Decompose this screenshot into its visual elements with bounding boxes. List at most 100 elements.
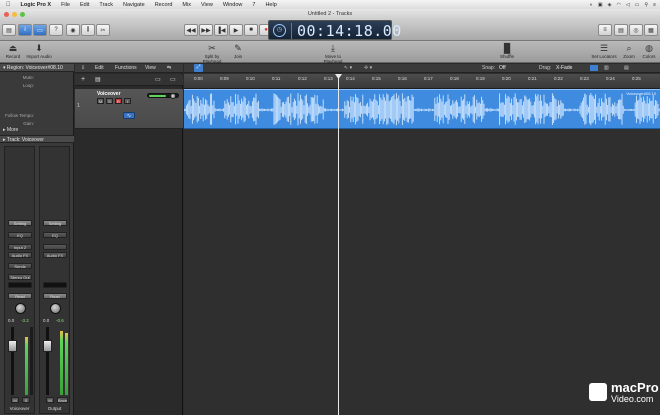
zoom-vertical-icon[interactable]: ▥: [604, 65, 609, 71]
apple-menu-icon[interactable]: : [0, 2, 16, 8]
edit-menu[interactable]: Edit: [95, 65, 104, 71]
battery-icon[interactable]: ▭: [635, 2, 640, 8]
track-solo-button[interactable]: S: [106, 98, 113, 104]
track-record-button[interactable]: R: [115, 98, 122, 104]
more-toggle[interactable]: ▸ More: [3, 127, 18, 133]
menu-app[interactable]: Logic Pro X: [16, 2, 57, 8]
bounce-button[interactable]: Bnce: [57, 397, 68, 403]
volume-fader-track[interactable]: [46, 327, 49, 395]
drag-select[interactable]: X-Fade: [556, 65, 572, 71]
zoom-tool-button[interactable]: ⌕ Zoom: [622, 43, 636, 59]
play-button[interactable]: ▶: [229, 24, 243, 36]
eq-button[interactable]: EQ: [43, 232, 67, 238]
pencil-tool-icon[interactable]: ✛ ▾: [364, 65, 372, 71]
set-locators-button[interactable]: ☰ Set Locators: [591, 43, 617, 59]
audio-fx-slot[interactable]: Audio FX: [43, 252, 67, 258]
flex-icon[interactable]: ▭: [155, 76, 161, 83]
notepad-button[interactable]: ▤: [614, 24, 628, 36]
forward-button[interactable]: ▶▶: [199, 24, 213, 36]
loop-browser-button[interactable]: ◎: [629, 24, 643, 36]
menu-window[interactable]: Window: [218, 2, 248, 8]
menu-mix[interactable]: Mix: [177, 2, 196, 8]
input-slot[interactable]: [43, 244, 67, 250]
track-volume-slider[interactable]: [147, 93, 179, 99]
setting-button[interactable]: Setting: [8, 220, 32, 226]
quick-help-button[interactable]: ?: [49, 24, 63, 36]
menu-7[interactable]: 7: [247, 2, 260, 8]
mixer-button[interactable]: ⫼: [81, 24, 95, 36]
setting-button[interactable]: Setting: [43, 220, 67, 226]
pan-knob[interactable]: [50, 303, 61, 314]
menu-track[interactable]: Track: [94, 2, 118, 8]
library-button[interactable]: ▤: [2, 24, 16, 36]
menu-file[interactable]: File: [56, 2, 75, 8]
inspector-button[interactable]: i: [18, 24, 32, 36]
playhead[interactable]: [338, 74, 339, 415]
list-icon[interactable]: ≡: [653, 2, 656, 8]
colors-button[interactable]: ◍ Colors: [641, 43, 657, 59]
pointer-tool-icon[interactable]: ↖ ▾: [344, 65, 352, 71]
region-header[interactable]: ▾ Region: Voiceover#08.10: [0, 64, 74, 72]
shuffle-button[interactable]: ▐▌ Shuffle: [498, 43, 516, 59]
search-icon[interactable]: ⚲: [644, 2, 648, 8]
list-editors-button[interactable]: ≡: [598, 24, 612, 36]
view-menu[interactable]: View: [145, 65, 156, 71]
volume-icon[interactable]: ◁: [626, 2, 630, 8]
editors-button[interactable]: ✂: [96, 24, 110, 36]
volume-fader[interactable]: [43, 340, 52, 352]
group-slot[interactable]: [8, 282, 32, 288]
menu-record[interactable]: Record: [150, 2, 178, 8]
toolbar-button[interactable]: ▭: [33, 24, 47, 36]
menu-view[interactable]: View: [196, 2, 218, 8]
join-button[interactable]: ✎ Join: [232, 43, 244, 59]
go-to-beginning-button[interactable]: ▐◀: [214, 24, 228, 36]
track-name[interactable]: Voiceover: [97, 91, 121, 97]
browsers-button[interactable]: ▦: [644, 24, 658, 36]
volume-fader[interactable]: [8, 340, 17, 352]
midi-icon[interactable]: ⤢: [194, 64, 203, 72]
add-track-icon[interactable]: +: [81, 76, 85, 83]
status-icon[interactable]: ◈: [608, 2, 612, 8]
minimize-icon[interactable]: [12, 12, 17, 17]
track-input-monitor-button[interactable]: I: [124, 98, 131, 104]
wifi-icon[interactable]: ◠: [616, 2, 620, 8]
group-slot[interactable]: [43, 282, 67, 288]
track-volume-knob[interactable]: [170, 93, 176, 99]
input-slot[interactable]: Input 2: [8, 244, 32, 250]
track-inspector-header[interactable]: ▸ Track: Voiceover: [0, 135, 74, 143]
snap-select[interactable]: Off: [499, 65, 506, 71]
volume-fader-track[interactable]: [11, 327, 14, 395]
audio-region[interactable]: Voiceover#08.10: [184, 89, 660, 129]
track-mute-button[interactable]: M: [97, 98, 104, 104]
menu-navigate[interactable]: Navigate: [118, 2, 150, 8]
status-icon[interactable]: ◐: [590, 2, 593, 8]
status-icon[interactable]: ▣: [598, 2, 603, 8]
eq-button[interactable]: EQ: [8, 232, 32, 238]
move-to-playhead-button[interactable]: ⤓ Move to Playhead: [316, 43, 350, 64]
automation-mode[interactable]: Read: [8, 293, 32, 299]
global-tracks-icon[interactable]: ▤: [95, 76, 101, 83]
automation-mode[interactable]: Read: [43, 293, 67, 299]
sends-slot[interactable]: Sends: [8, 263, 32, 269]
zoom-window-icon[interactable]: [20, 12, 25, 17]
collapse-icon[interactable]: ▭: [170, 76, 176, 83]
mute-button[interactable]: M: [11, 397, 19, 403]
timeline-ruler[interactable]: 0:00 0:09 0:10 0:11 0:12 0:13 0:14 0:15 …: [184, 74, 660, 89]
zoom-horizontal-icon[interactable]: ▤: [624, 65, 629, 71]
catch-icon[interactable]: ⇆: [167, 65, 171, 71]
record-tool-button[interactable]: ⏏ Record: [4, 43, 22, 59]
output-slot[interactable]: Stereo Out: [8, 274, 32, 280]
functions-menu[interactable]: Functions: [115, 65, 137, 71]
lcd-display[interactable]: ◷ 00:14:18.00: [268, 20, 401, 40]
mute-button[interactable]: M: [46, 397, 54, 403]
menu-help[interactable]: Help: [260, 2, 281, 8]
track-row-voiceover[interactable]: 1 Voiceover M S R I ∿: [75, 89, 183, 129]
solo-button[interactable]: S: [22, 397, 30, 403]
smart-controls-button[interactable]: ◉: [66, 24, 80, 36]
import-audio-button[interactable]: ⬇ Import Audio: [26, 43, 52, 59]
menu-edit[interactable]: Edit: [75, 2, 94, 8]
waveform-zoom-icon[interactable]: [590, 65, 598, 71]
audio-fx-slot[interactable]: Audio FX: [8, 252, 32, 258]
rewind-button[interactable]: ◀◀: [184, 24, 198, 36]
pan-knob[interactable]: [15, 303, 26, 314]
